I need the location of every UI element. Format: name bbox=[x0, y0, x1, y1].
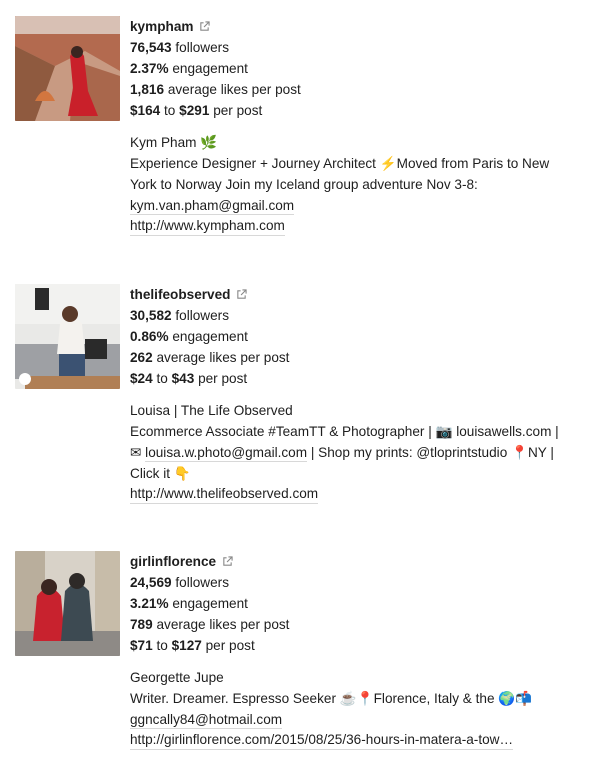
engagement-stat: 0.86% engagement bbox=[130, 329, 248, 344]
display-name: Kym Pham 🌿 bbox=[130, 135, 218, 150]
external-link-icon[interactable] bbox=[236, 289, 248, 300]
profile-bio: Georgette Jupe Writer. Dreamer. Espresso… bbox=[130, 667, 560, 751]
avg-likes-stat: 789 average likes per post bbox=[130, 617, 290, 632]
followers-stat: 24,569 followers bbox=[130, 575, 229, 590]
avg-likes-stat: 1,816 average likes per post bbox=[130, 82, 301, 97]
price-stat: $71 to $127 per post bbox=[130, 638, 255, 653]
profile-bio: Louisa | The Life Observed Ecommerce Ass… bbox=[130, 400, 560, 505]
followers-stat: 30,582 followers bbox=[130, 308, 229, 323]
price-stat: $24 to $43 per post bbox=[130, 371, 248, 386]
display-name: Louisa | The Life Observed bbox=[130, 403, 293, 418]
handle-link[interactable]: girlinflorence bbox=[130, 551, 216, 572]
email-text: kym.van.pham@gmail.com bbox=[130, 198, 295, 215]
engagement-stat: 2.37% engagement bbox=[130, 61, 248, 76]
profile-photo[interactable] bbox=[15, 16, 120, 121]
profile-bio: Kym Pham 🌿 Experience Designer + Journey… bbox=[130, 132, 560, 237]
handle-link[interactable]: thelifeobserved bbox=[130, 284, 230, 305]
email-text: ggncally84@hotmail.com bbox=[130, 712, 283, 729]
website-link[interactable]: http://girlinflorence.com/2015/08/25/36-… bbox=[130, 730, 514, 750]
email-text: louisa.w.photo@gmail.com bbox=[145, 445, 308, 462]
followers-stat: 76,543 followers bbox=[130, 40, 229, 55]
engagement-stat: 3.21% engagement bbox=[130, 596, 248, 611]
display-name: Georgette Jupe bbox=[130, 670, 224, 685]
website-link[interactable]: http://www.kympham.com bbox=[130, 216, 285, 236]
website-link[interactable]: http://www.thelifeobserved.com bbox=[130, 484, 319, 504]
handle-link[interactable]: kympham bbox=[130, 16, 193, 37]
profile-photo[interactable] bbox=[15, 284, 120, 389]
profile-photo[interactable] bbox=[15, 551, 120, 656]
bio-text: Writer. Dreamer. Espresso Seeker ☕️📍Flor… bbox=[130, 691, 533, 729]
avg-likes-stat: 262 average likes per post bbox=[130, 350, 290, 365]
price-stat: $164 to $291 per post bbox=[130, 103, 263, 118]
external-link-icon[interactable] bbox=[222, 556, 233, 567]
external-link-icon[interactable] bbox=[199, 21, 211, 32]
bio-text: Ecommerce Associate #TeamTT & Photograph… bbox=[130, 424, 559, 481]
bio-text: Experience Designer + Journey Architect … bbox=[130, 156, 550, 215]
